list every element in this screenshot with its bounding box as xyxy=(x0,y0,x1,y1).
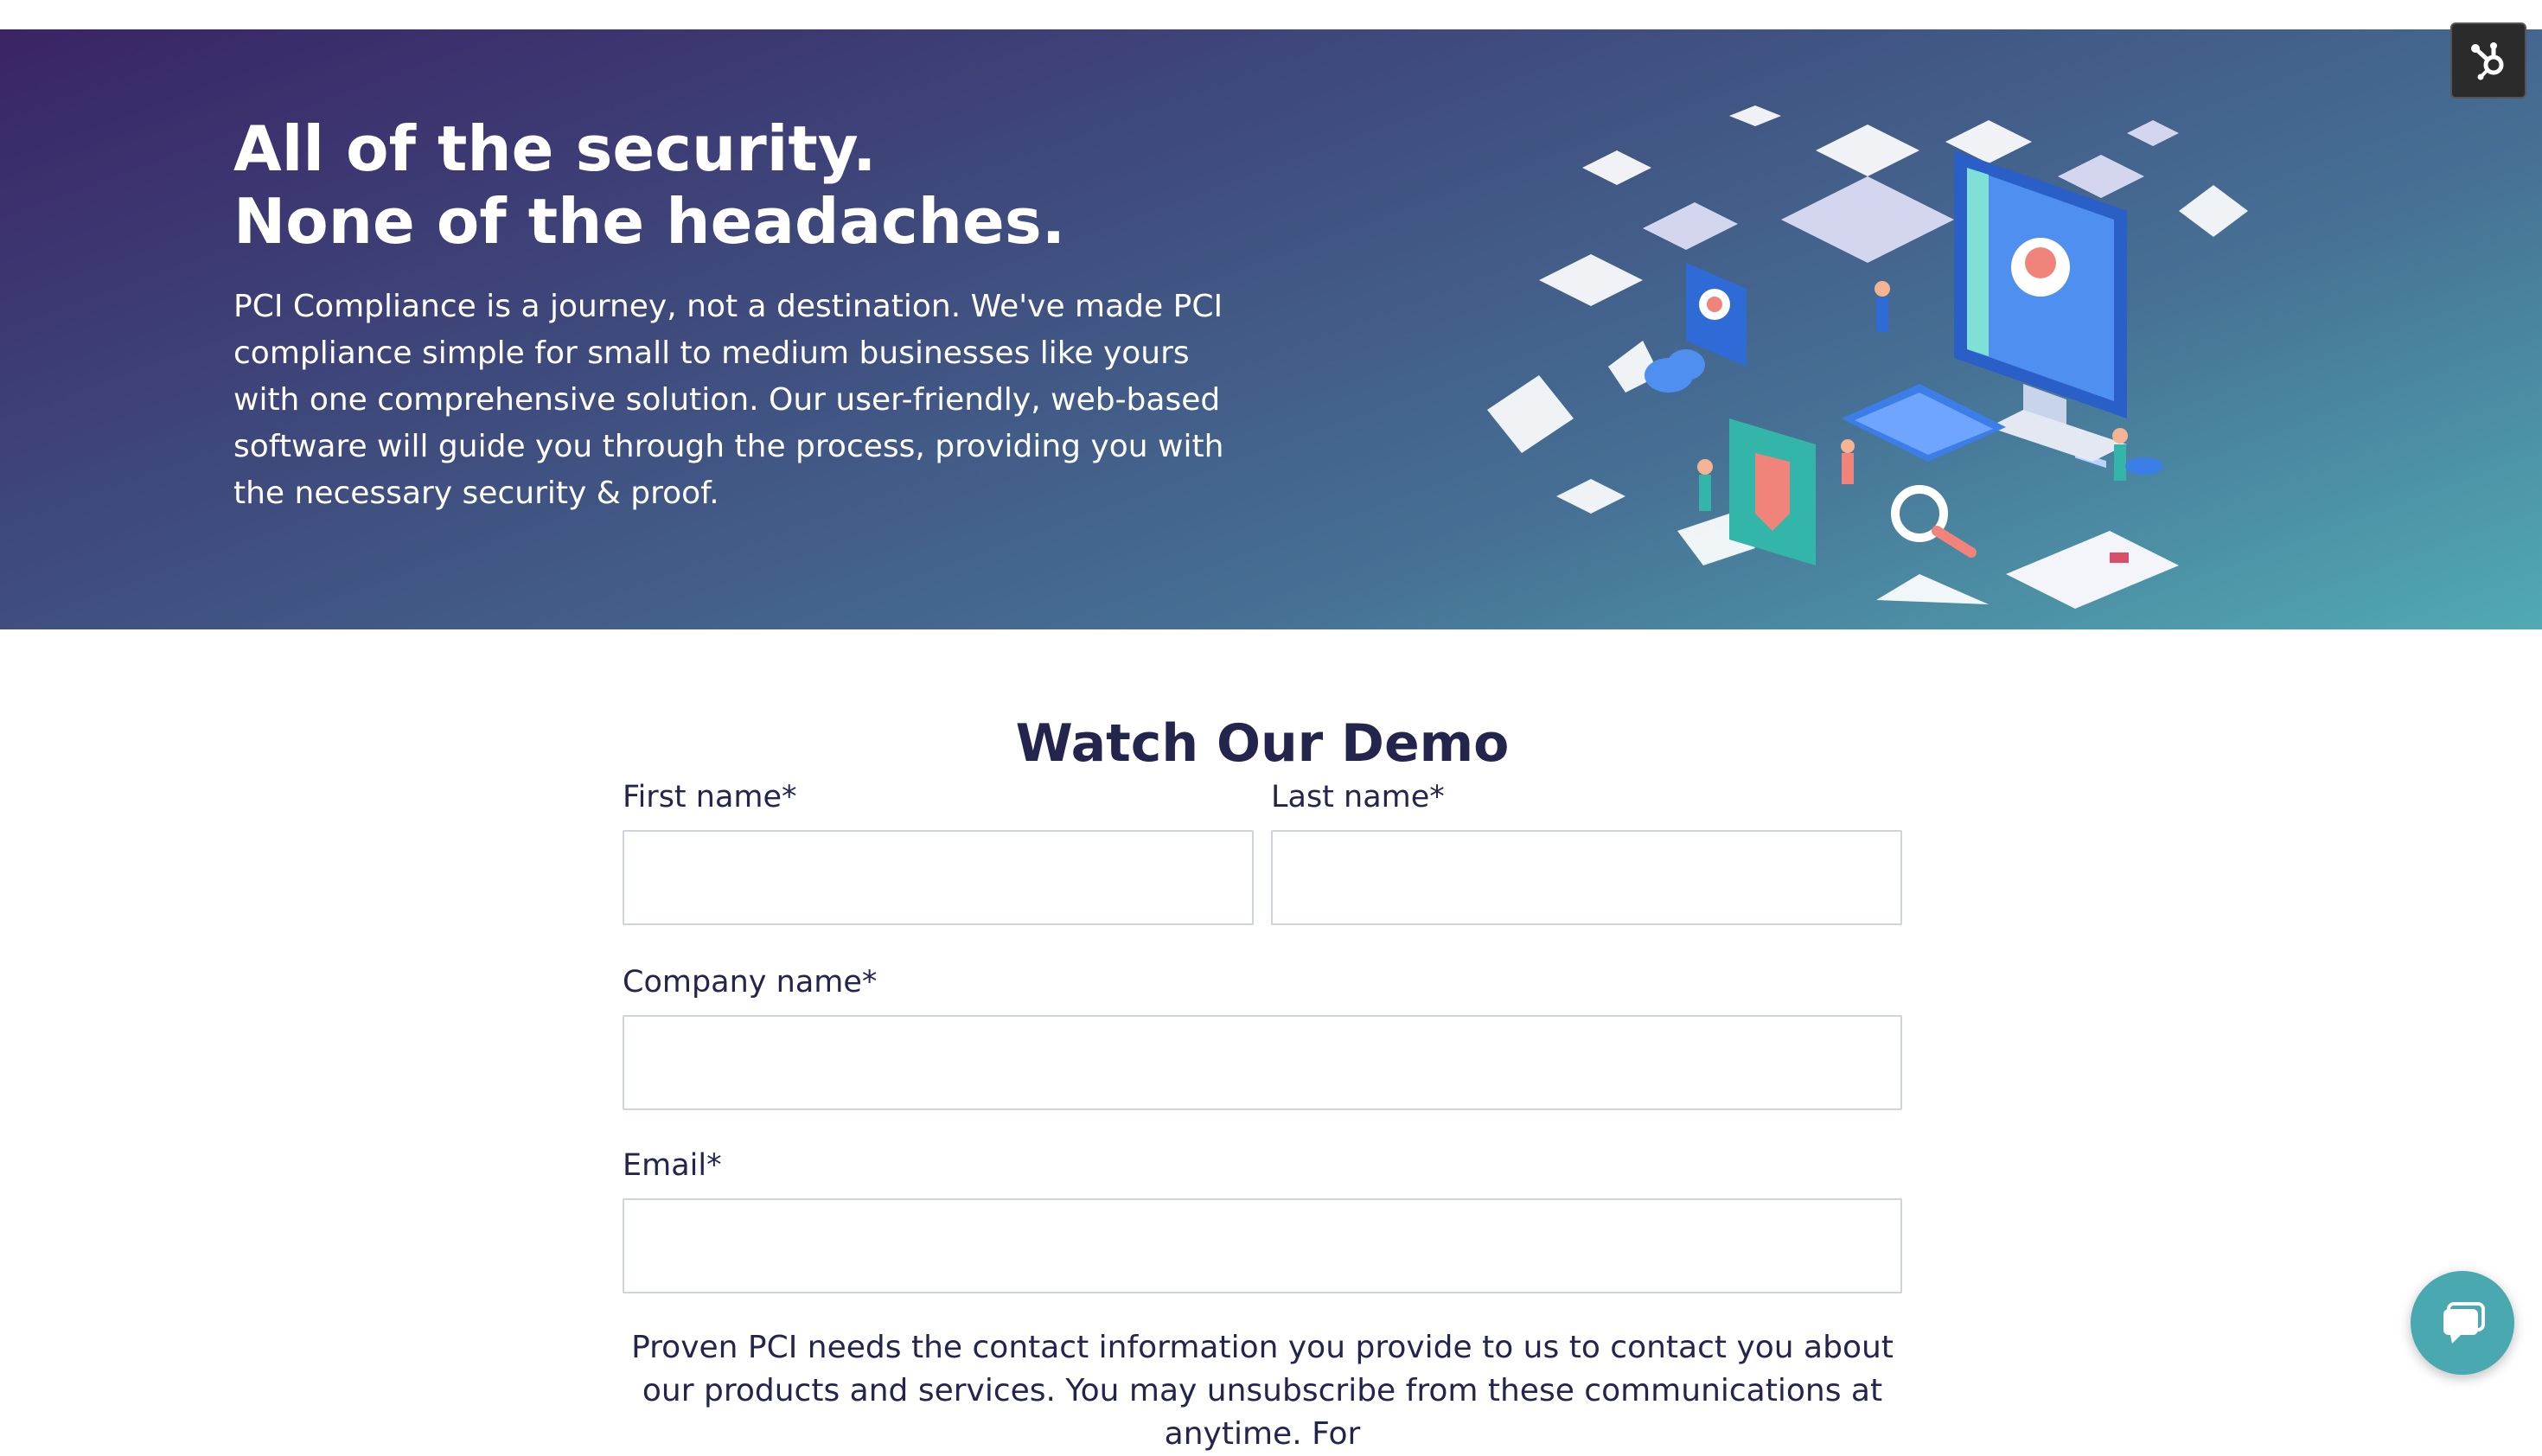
hubspot-sprocket-icon[interactable] xyxy=(2450,22,2526,99)
hero-description: PCI Compliance is a journey, not a desti… xyxy=(233,289,1224,511)
chat-launcher-button[interactable] xyxy=(2411,1271,2514,1375)
last-name-input[interactable] xyxy=(1271,830,1902,925)
security-illustration xyxy=(1487,105,2248,609)
browser-top-strip xyxy=(0,0,2542,31)
hero-title-line-2: None of the headaches. xyxy=(233,185,1066,258)
company-name-input[interactable] xyxy=(623,1015,1902,1110)
first-name-input[interactable] xyxy=(623,830,1254,925)
envelope-graphic xyxy=(2006,531,2179,609)
company-name-label: Company name* xyxy=(623,965,878,999)
form-title: Watch Our Demo xyxy=(1015,713,1510,774)
consent-text: Proven PCI needs the contact information… xyxy=(631,1330,1894,1452)
hero-title: All of the security. None of the headach… xyxy=(233,112,1271,258)
hero-title-line-1: All of the security. xyxy=(233,112,877,185)
chat-bubble-icon xyxy=(2443,1302,2485,1344)
tile-shape xyxy=(1582,150,1651,185)
hero-banner: All of the security. None of the headach… xyxy=(0,29,2542,629)
last-name-label: Last name* xyxy=(1271,780,1445,814)
first-name-label: First name* xyxy=(623,780,797,814)
email-label: Email* xyxy=(623,1148,722,1183)
email-input[interactable] xyxy=(623,1198,1902,1293)
